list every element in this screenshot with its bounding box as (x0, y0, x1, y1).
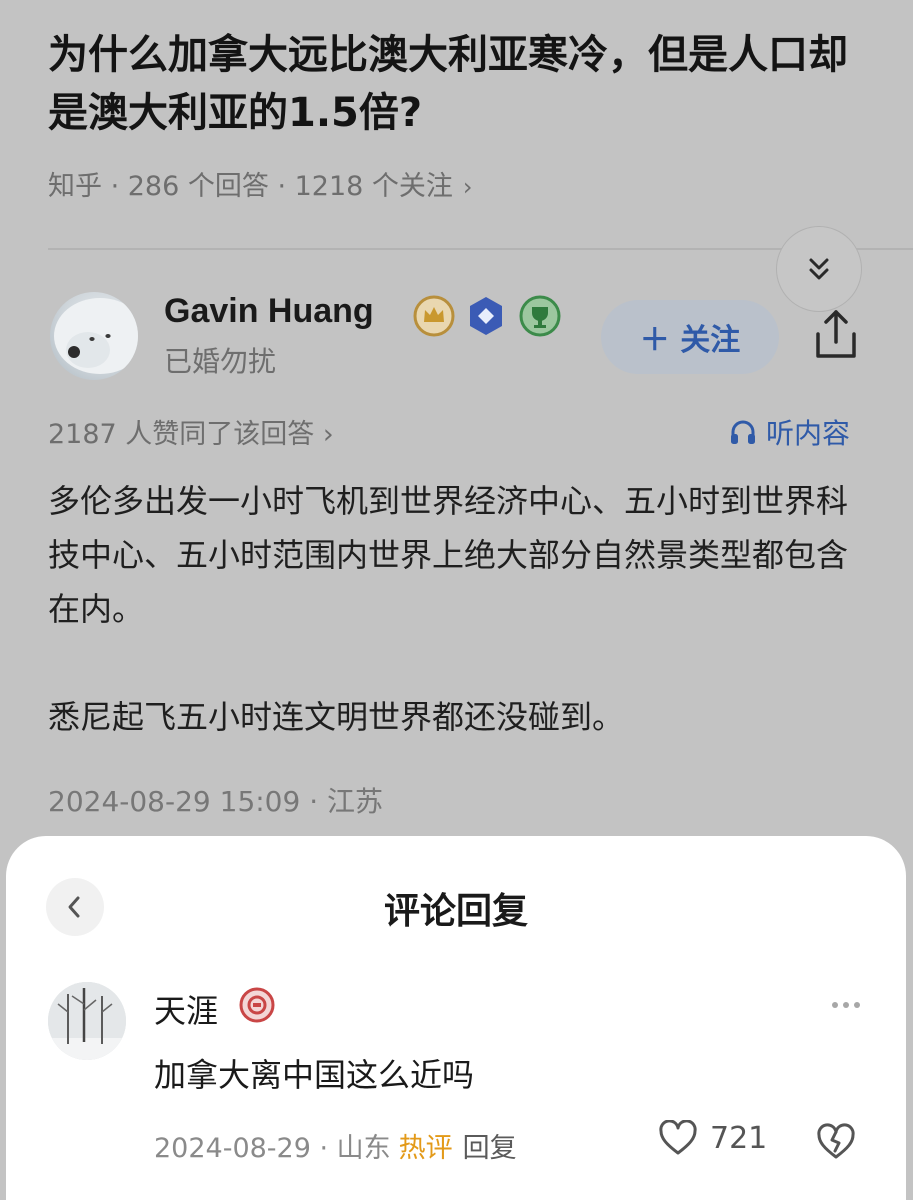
commenter-name[interactable]: 天涯 (154, 986, 218, 1032)
double-chevron-down-icon (809, 258, 829, 280)
hot-comment-label: 热评 (398, 1133, 453, 1164)
diamond-badge-icon[interactable] (464, 294, 508, 338)
user-badge-icon[interactable] (238, 986, 276, 1024)
question-meta[interactable]: 知乎 · 286 个回答 · 1218 个关注 › (48, 164, 473, 203)
crown-badge-icon[interactable] (412, 294, 456, 338)
like-button[interactable]: 721 (658, 1120, 767, 1156)
commenter-avatar[interactable] (48, 982, 126, 1060)
listen-button[interactable]: 听内容 (728, 412, 850, 452)
trophy-badge-icon[interactable] (518, 294, 562, 338)
chevron-right-icon: › (462, 173, 473, 201)
author-name[interactable]: Gavin Huang (164, 292, 374, 331)
question-meta-text: 知乎 · 286 个回答 · 1218 个关注 (48, 171, 453, 202)
follow-button[interactable]: ＋ 关注 (601, 300, 779, 374)
reply-button[interactable]: 回复 (463, 1133, 517, 1164)
avatar-seal-image (54, 298, 138, 374)
author-subtitle: 已婚勿扰 (164, 345, 277, 378)
comment-date-location: 2024-08-29 · 山东 (154, 1133, 391, 1164)
comment-reply-sheet: 评论回复 天涯 加拿大离中国这么近吗 2024-08-29 · 山东 热评 回复 7… (6, 836, 906, 1200)
question-title[interactable]: 为什么加拿大远比澳大利亚寒冷，但是人口却是澳大利亚的1.5倍? (48, 26, 868, 142)
answer-body: 多伦多出发一小时飞机到世界经济中心、五小时到世界科技中心、五小时范围内世界上绝大… (48, 474, 878, 744)
comment-meta: 2024-08-29 · 山东 热评 回复 (154, 1126, 517, 1165)
upvote-summary[interactable]: 2187 人赞同了该回答 › (48, 412, 334, 451)
listen-label: 听内容 (766, 417, 851, 450)
like-count: 721 (710, 1120, 768, 1156)
headphones-icon (731, 420, 755, 444)
more-dots-icon[interactable] (832, 1002, 860, 1008)
answer-paragraph: 多伦多出发一小时飞机到世界经济中心、五小时到世界科技中心、五小时范围内世界上绝大… (48, 482, 849, 628)
author-avatar[interactable] (50, 292, 138, 380)
avatar-snow-forest-image (48, 982, 126, 1060)
share-icon[interactable] (808, 306, 864, 364)
heart-icon (659, 1120, 697, 1155)
sheet-title: 评论回复 (383, 891, 528, 932)
comment-text: 加拿大离中国这么近吗 (154, 1056, 475, 1094)
collapse-button[interactable] (776, 226, 862, 312)
answer-timestamp: 2024-08-29 15:09 · 江苏 (48, 785, 384, 818)
dislike-heart-icon[interactable] (816, 1122, 856, 1162)
answer-paragraph: 悉尼起飞五小时连文明世界都还没碰到。 (48, 698, 625, 736)
